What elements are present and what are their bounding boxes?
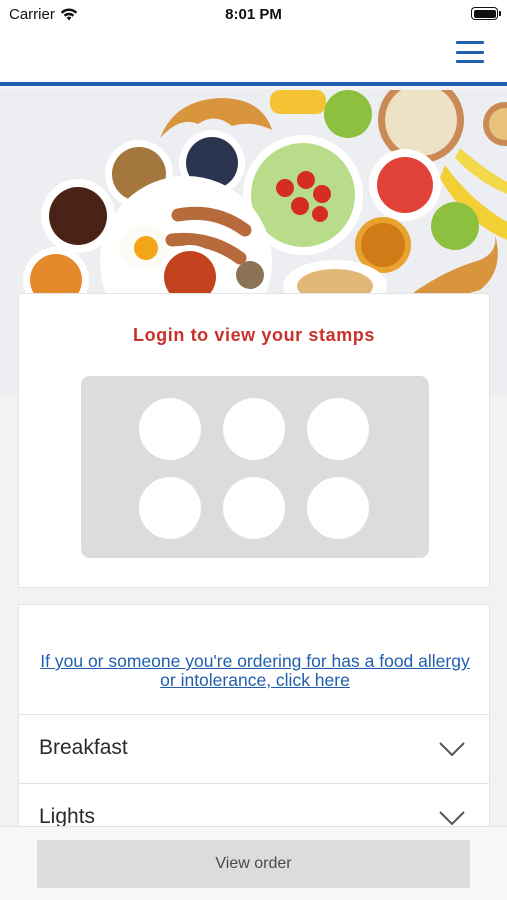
category-breakfast[interactable]: Breakfast <box>19 714 489 784</box>
status-bar: Carrier 8:01 PM <box>0 0 507 28</box>
bottom-bar: View order <box>0 826 507 900</box>
top-nav-bar <box>0 28 507 86</box>
status-time: 8:01 PM <box>225 6 282 23</box>
allergy-info-link[interactable]: If you or someone you're ordering for ha… <box>39 652 471 690</box>
chevron-down-icon <box>439 811 465 826</box>
stamp-slot <box>307 398 369 460</box>
app-screen: Carrier 8:01 PM Login to view your stamp… <box>0 0 507 900</box>
battery-icon <box>471 7 501 20</box>
menu-card: If you or someone you're ordering for ha… <box>18 604 490 844</box>
stamp-card: Login to view your stamps <box>18 293 490 588</box>
stamp-slot <box>223 398 285 460</box>
hamburger-icon[interactable] <box>456 39 484 65</box>
stamp-grid <box>81 376 429 558</box>
stamp-slot <box>223 477 285 539</box>
stamp-slot <box>307 477 369 539</box>
chevron-down-icon <box>439 742 465 757</box>
category-label: Breakfast <box>39 736 128 759</box>
login-to-view-stamps-link[interactable]: Login to view your stamps <box>19 325 489 346</box>
stamp-slot <box>139 477 201 539</box>
view-order-button[interactable]: View order <box>37 840 470 888</box>
stamp-slot <box>139 398 201 460</box>
